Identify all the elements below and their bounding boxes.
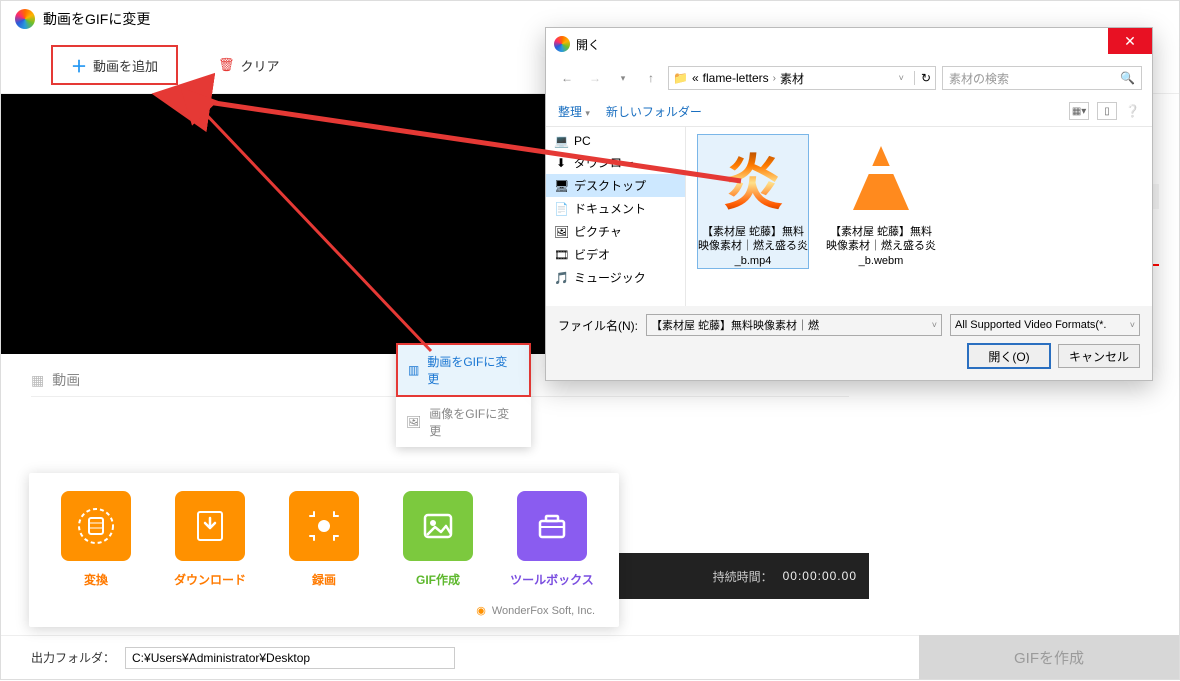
tile-label: 録画	[281, 571, 367, 588]
feature-palette: 変換 ダウンロード 録画 GIF作成 ツールボックス ◉ WonderFox Soft,…	[29, 473, 619, 627]
nav-recent-button[interactable]: ▾	[612, 67, 634, 89]
tree-node[interactable]: 📄 ドキュメント	[546, 197, 685, 220]
file-name: 【素材屋 蛇藤】無料映像素材｜燃え盛る炎_b.webm	[826, 225, 936, 268]
filmstrip-icon: ▦	[31, 372, 44, 389]
add-video-label: 動画を追加	[93, 56, 158, 75]
view-mode-button[interactable]: ▦▾	[1069, 102, 1089, 120]
tile-label: GIF作成	[395, 571, 481, 588]
create-gif-button[interactable]: GIFを作成	[919, 635, 1179, 679]
node-label: デスクトップ	[574, 177, 646, 194]
filename-input[interactable]: 【素材屋 蛇藤】無料映像素材｜燃 ˅	[646, 314, 942, 336]
tree-node[interactable]: 🎞 ビデオ	[546, 243, 685, 266]
folder-icon: 📁	[673, 71, 688, 85]
new-folder-button[interactable]: 新しいフォルダー	[606, 103, 702, 120]
palette-tile-1[interactable]: ダウンロード	[167, 491, 253, 588]
node-icon: 🖥	[554, 179, 568, 193]
nav-back-button[interactable]: ←	[556, 67, 578, 89]
node-label: ダウンロー	[574, 154, 634, 171]
palette-footer: WonderFox Soft, Inc.	[492, 605, 595, 617]
nav-forward-button[interactable]: →	[584, 67, 606, 89]
file-list: 炎【素材屋 蛇藤】無料映像素材｜燃え盛る炎_b.mp4【素材屋 蛇藤】無料映像素…	[686, 127, 1152, 306]
menu-video-to-gif[interactable]: ▥ 動画をGIFに変更	[396, 343, 531, 397]
node-label: ドキュメント	[574, 200, 646, 217]
help-icon[interactable]: ❔	[1125, 104, 1140, 118]
node-icon: 💻	[554, 134, 568, 148]
node-icon: 🎞	[554, 248, 568, 262]
tile-icon	[403, 491, 473, 561]
search-icon: 🔍	[1120, 71, 1135, 85]
cancel-button[interactable]: キャンセル	[1058, 344, 1140, 368]
organize-menu[interactable]: 整理 ▾	[558, 103, 590, 120]
window-title: 動画をGIFに変更	[43, 9, 150, 29]
node-label: PC	[574, 134, 591, 148]
node-icon: 🎵	[554, 271, 568, 285]
chevron-down-icon: ˅	[1130, 320, 1135, 330]
address-bar[interactable]: 📁 « flame-letters › 素材 ˅ ↻	[668, 66, 936, 90]
film-icon: ▥	[408, 363, 419, 377]
tile-icon	[175, 491, 245, 561]
palette-tile-3[interactable]: GIF作成	[395, 491, 481, 588]
dialog-title: 開く	[576, 36, 600, 53]
tile-icon	[517, 491, 587, 561]
tree-node[interactable]: 💻 PC	[546, 131, 685, 151]
node-label: ビデオ	[574, 246, 610, 263]
format-filter-select[interactable]: All Supported Video Formats(*. ˅	[950, 314, 1140, 336]
tile-icon	[61, 491, 131, 561]
tile-label: 変換	[53, 571, 139, 588]
plus-icon: ＋	[71, 53, 87, 77]
palette-tile-0[interactable]: 変換	[53, 491, 139, 588]
chevron-down-icon[interactable]: ˅	[899, 73, 904, 83]
filename-label: ファイル名(N):	[558, 317, 638, 334]
folder-tree: 💻 PC ⬇ ダウンロー 🖥 デスクトップ 📄 ドキュメント 🖼 ピクチャ 🎞 ビデオ 🎵 ミュージック	[546, 127, 686, 306]
node-icon: ⬇	[554, 156, 568, 170]
video-section-label: 動画	[52, 370, 80, 390]
breadcrumb-segment[interactable]: 素材	[780, 70, 804, 87]
clear-label: クリア	[241, 56, 280, 75]
tile-label: ダウンロード	[167, 571, 253, 588]
preview-pane-button[interactable]: ▯	[1097, 102, 1117, 120]
output-folder-input[interactable]: C:¥Users¥Administrator¥Desktop	[125, 647, 455, 669]
tile-label: ツールボックス	[509, 571, 595, 588]
refresh-icon[interactable]: ↻	[914, 71, 931, 85]
file-item[interactable]: 【素材屋 蛇藤】無料映像素材｜燃え盛る炎_b.webm	[826, 135, 936, 268]
open-button[interactable]: 開く(O)	[968, 344, 1050, 368]
trash-icon: 🗑	[218, 57, 235, 73]
tree-node[interactable]: ⬇ ダウンロー	[546, 151, 685, 174]
tree-node[interactable]: 🖥 デスクトップ	[546, 174, 685, 197]
image-icon: 🖼	[406, 415, 421, 429]
file-name: 【素材屋 蛇藤】無料映像素材｜燃え盛る炎_b.mp4	[698, 225, 808, 268]
tree-node[interactable]: 🎵 ミュージック	[546, 266, 685, 289]
clear-button[interactable]: 🗑 クリア	[218, 56, 280, 75]
flame-thumb-icon: 炎	[723, 135, 783, 222]
dialog-logo-icon	[554, 36, 570, 52]
tree-node[interactable]: 🖼 ピクチャ	[546, 220, 685, 243]
nav-up-button[interactable]: ↑	[640, 67, 662, 89]
add-video-button[interactable]: ＋ 動画を追加	[51, 45, 178, 85]
duration-value: 00:00:00.00	[783, 569, 857, 583]
file-open-dialog: 開く ✕ ← → ▾ ↑ 📁 « flame-letters › 素材 ˅ ↻ …	[545, 27, 1153, 381]
node-icon: 📄	[554, 202, 568, 216]
tile-icon	[289, 491, 359, 561]
breadcrumb-segment[interactable]: flame-letters	[703, 71, 769, 85]
file-item[interactable]: 炎【素材屋 蛇藤】無料映像素材｜燃え盛る炎_b.mp4	[698, 135, 808, 268]
vlc-cone-icon	[853, 146, 909, 210]
palette-tile-4[interactable]: ツールボックス	[509, 491, 595, 588]
timeline-strip: 持続時間： 00:00:00.00	[619, 553, 869, 599]
node-label: ミュージック	[574, 269, 646, 286]
menu-image-to-gif[interactable]: 🖼 画像をGIFに変更	[396, 397, 531, 447]
palette-tile-2[interactable]: 録画	[281, 491, 367, 588]
node-icon: 🖼	[554, 225, 568, 239]
node-label: ピクチャ	[574, 223, 622, 240]
app-logo-icon	[15, 9, 35, 29]
dialog-close-button[interactable]: ✕	[1108, 28, 1152, 54]
duration-label: 持続時間：	[713, 568, 773, 585]
output-folder-label: 出力フォルダ：	[31, 649, 115, 666]
chevron-down-icon[interactable]: ˅	[932, 320, 937, 330]
search-input[interactable]: 素材の検索 🔍	[942, 66, 1142, 90]
fox-icon: ◉	[476, 604, 486, 617]
gif-submenu: ▥ 動画をGIFに変更 🖼 画像をGIFに変更	[396, 343, 531, 447]
